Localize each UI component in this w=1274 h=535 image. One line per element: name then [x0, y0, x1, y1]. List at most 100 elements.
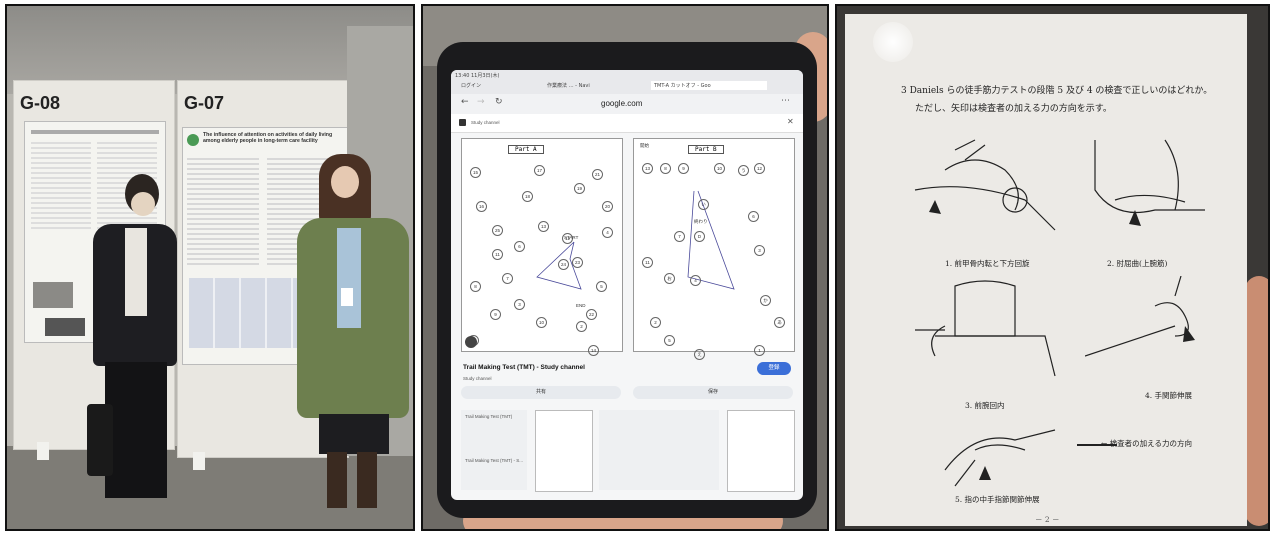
- person-skirt: [319, 414, 389, 454]
- tmt-circle-number: 7: [674, 231, 685, 242]
- subscribe-button[interactable]: 登録: [757, 362, 791, 375]
- tmt-circle-number: 22: [586, 309, 597, 320]
- illustration-2: [1094, 139, 1205, 226]
- tmt-circle-number: 13: [642, 163, 653, 174]
- tmt-circle-number: 18: [522, 191, 533, 202]
- caption-1: 1. 前甲骨内転と下方回旋: [945, 259, 1030, 268]
- tab-strip: 13:40 11月3日(木) ログイン 作業療法 … - Navi TMT-A …: [451, 70, 803, 94]
- name-badge: [341, 288, 353, 306]
- reload-icon[interactable]: ↻: [495, 97, 503, 107]
- tmt-circle-number: 14: [588, 345, 599, 356]
- tmt-circle-number: D: [694, 231, 705, 242]
- floor: [7, 446, 413, 529]
- tmt-circle-number: 23: [572, 257, 583, 268]
- tmt-circle-number: 4: [602, 227, 613, 238]
- tmt-circle-number: 24: [558, 259, 569, 270]
- tmt-circle-number: 5: [596, 281, 607, 292]
- exam-question-photo: 3 Daniels らの徒手筋力テストの段階 5 及び 4 の検査で正しいのはど…: [835, 4, 1270, 531]
- browser-tab[interactable]: ログイン: [461, 82, 531, 89]
- tmt-circle-number: か: [760, 295, 771, 306]
- lens-icon[interactable]: [465, 336, 477, 348]
- suggestion-thumbnail[interactable]: [727, 410, 795, 492]
- page-footer: － 2 －: [1035, 515, 1060, 524]
- exam-page: 3 Daniels らの徒手筋力テストの段階 5 及び 4 の検査で正しいのはど…: [845, 14, 1247, 526]
- tmt-circle-number: 21: [592, 169, 603, 180]
- suggestion-title: Trail Making Test (TMT): [465, 414, 513, 419]
- person-shirt: [125, 228, 147, 316]
- tmt-circle-number: 7: [502, 273, 513, 284]
- tmt-circle-number: 11: [492, 249, 503, 260]
- start-label: 開始: [640, 143, 649, 148]
- person-trousers: [105, 362, 167, 498]
- illustration-1: [914, 139, 1056, 231]
- paper-cup: [37, 442, 49, 460]
- video-subtitle: Study channel: [463, 376, 492, 381]
- url-text[interactable]: google.com: [601, 99, 642, 108]
- suggestion-thumbnail[interactable]: [535, 410, 593, 492]
- back-icon[interactable]: ←: [461, 97, 469, 107]
- poster-session-photo: G-08 G-07 The influence of attention on …: [5, 4, 415, 531]
- channel-bar-text: Study channel: [471, 120, 500, 125]
- status-time: 13:40 11月3日(木): [455, 73, 500, 79]
- tmt-circle-number: 5: [664, 335, 675, 346]
- tmt-circle-number: 17: [534, 165, 545, 176]
- person-boot: [327, 452, 347, 508]
- suggestion-card[interactable]: Trail Making Test (TMT) Trail Making Tes…: [461, 410, 527, 490]
- tmt-circle-number: 10: [714, 163, 725, 174]
- person-boot: [357, 452, 377, 508]
- suggestion-subtitle: Trail Making Test (TMT) - S...: [465, 458, 524, 463]
- tmt-circle-number: う: [738, 165, 749, 176]
- poster-text-block: [31, 142, 91, 232]
- browser-tab-active[interactable]: TMT-A カットオフ - Goo: [651, 81, 767, 90]
- tmt-circle-number: お: [664, 273, 675, 284]
- tmt-circle-number: 2: [650, 317, 661, 328]
- person-face: [331, 166, 359, 198]
- force-direction-legend: ← 検査者の加える力の方向: [1101, 439, 1192, 448]
- tmt-circle-number: 9: [678, 163, 689, 174]
- tmt-part-a-sheet: Part A 151721161913126423524873910211425…: [461, 138, 623, 356]
- hand-finger: [1245, 276, 1268, 526]
- tmt-circle-number: 13: [538, 221, 549, 232]
- paper-cup: [193, 452, 205, 470]
- tmt-circle-number: 6: [514, 241, 525, 252]
- caption-4: 4. 手関節伸展: [1145, 391, 1193, 400]
- browser-tab[interactable]: 作業療法 … - Navi: [547, 82, 637, 89]
- caption-2: 2. 肘屈曲(上腕筋): [1107, 259, 1168, 268]
- poster-photo: [33, 282, 73, 308]
- end-label: END: [576, 303, 586, 308]
- tmt-circle-number: 15: [470, 167, 481, 178]
- tmt-circle-number: 25: [492, 225, 503, 236]
- tmt-circle-number: 12: [754, 163, 765, 174]
- poster-text-block: [187, 158, 259, 268]
- tmt-circle-number: 3: [514, 299, 525, 310]
- question-line-1: 3 Daniels らの徒手筋力テストの段階 5 及び 4 の検査で正しいのはど…: [901, 86, 1213, 96]
- question-line-2: ただし、矢印は検査者の加える力の方向を示す。: [915, 104, 1112, 114]
- illustration-3: [915, 280, 1056, 377]
- forward-icon[interactable]: →: [477, 97, 485, 107]
- close-icon[interactable]: ✕: [787, 117, 794, 126]
- video-title[interactable]: Trail Making Test (TMT) - Study channel: [463, 364, 585, 371]
- tmt-circle-number: 11: [642, 257, 653, 268]
- tmt-circle-number: 4: [690, 275, 701, 286]
- more-icon[interactable]: ⋯: [781, 96, 790, 106]
- suggestion-card[interactable]: [599, 410, 719, 490]
- tmt-circle-number: 20: [602, 201, 613, 212]
- person-face: [131, 192, 155, 216]
- tmt-circle-number: 19: [574, 183, 585, 194]
- tmt-circle-number: 1: [754, 345, 765, 356]
- address-bar: ← → ↻ google.com ⋯: [451, 94, 803, 114]
- tmt-circle-number: 8: [660, 163, 671, 174]
- share-button[interactable]: 共有: [461, 386, 621, 399]
- poster-title-bar: [31, 130, 159, 134]
- illustration-4: [1085, 276, 1195, 357]
- glare: [873, 22, 913, 62]
- board-label: G-07: [184, 93, 225, 113]
- person-shirt: [337, 228, 361, 328]
- tmt-circle-number: 9: [490, 309, 501, 320]
- poster-photo: [45, 318, 85, 336]
- tmt-part-b-sheet: Part B 13 8 9 10 12 いう D 7 3 6 11 おあえ 1 2 5 4 か 開始 終わり: [633, 138, 795, 360]
- start-label: START: [564, 235, 579, 240]
- board-label: G-08: [20, 93, 61, 113]
- tablet-screen: 13:40 11月3日(木) ログイン 作業療法 … - Navi TMT-A …: [451, 70, 803, 500]
- save-button[interactable]: 保存: [633, 386, 793, 399]
